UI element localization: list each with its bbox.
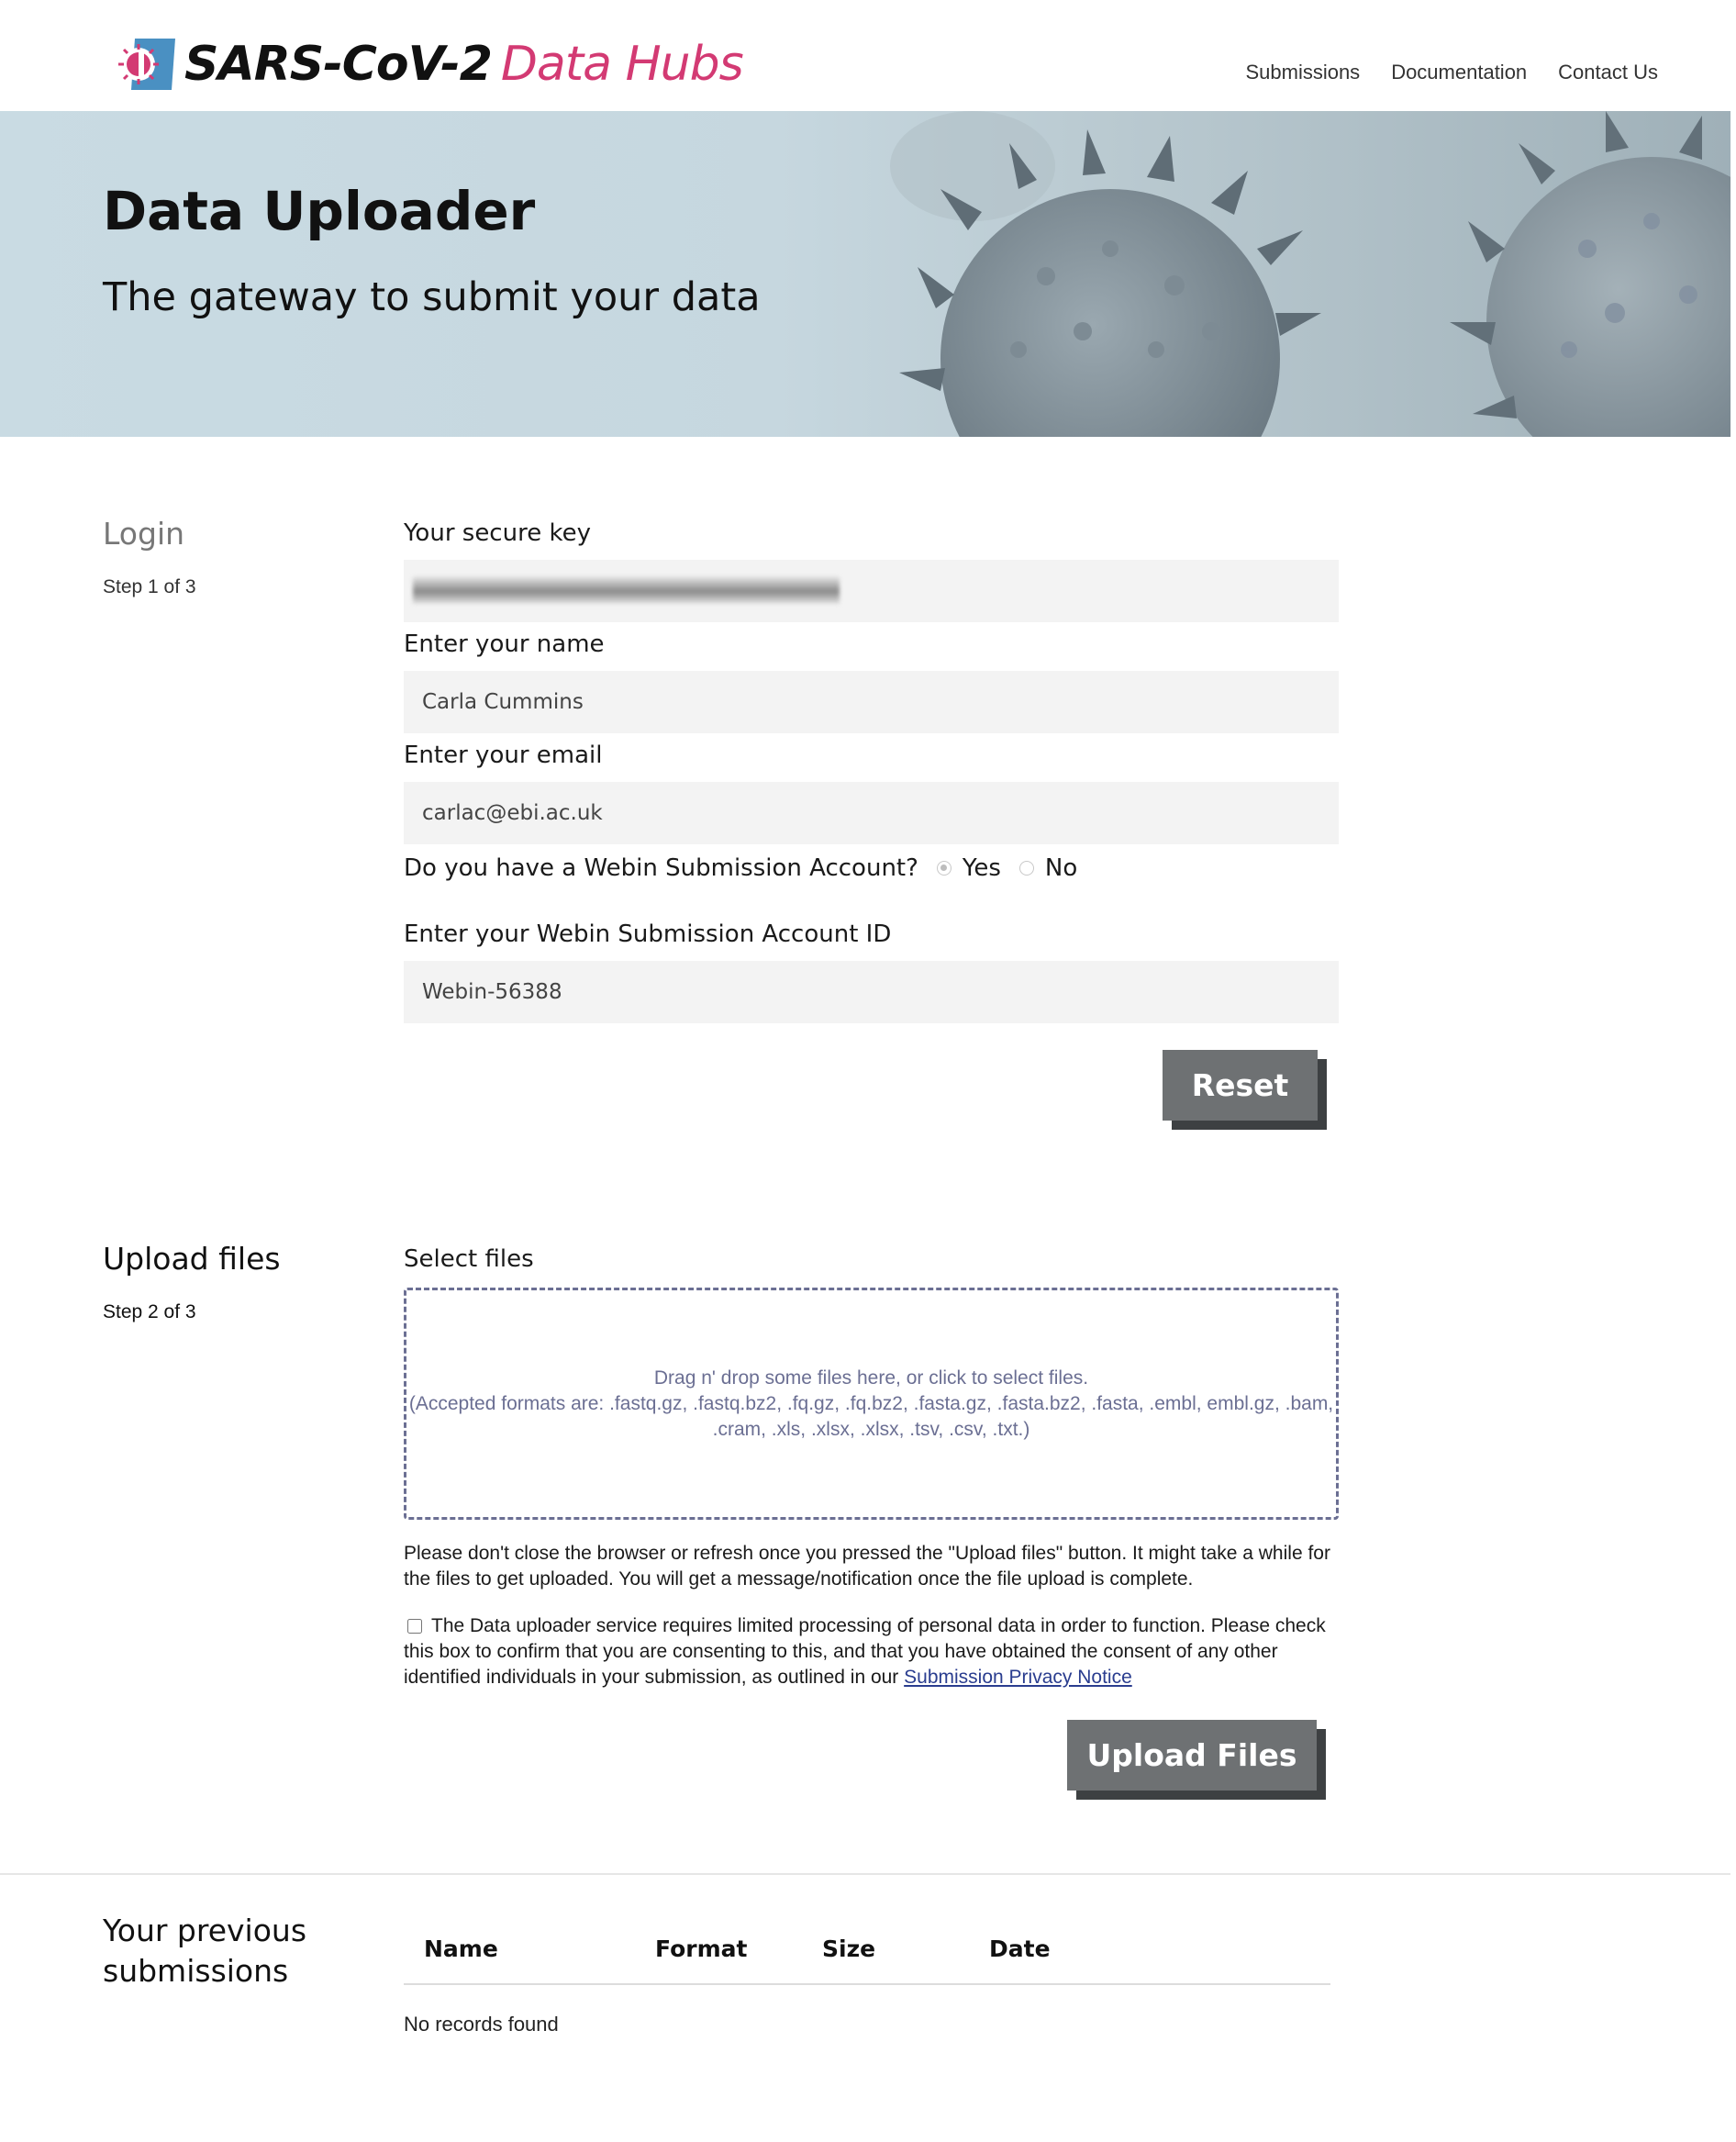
secure-key-label: Your secure key <box>404 519 591 547</box>
name-label: Enter your name <box>404 630 605 658</box>
secure-key-redacted-value <box>413 576 840 604</box>
nav-documentation[interactable]: Documentation <box>1391 61 1527 84</box>
radio-no[interactable] <box>1018 861 1034 876</box>
consent-checkbox[interactable] <box>407 1619 422 1634</box>
logo-strong-text: SARS-CoV-2 <box>184 37 493 92</box>
radio-yes[interactable] <box>936 861 951 876</box>
consent-text: The Data uploader service requires limit… <box>404 1615 1326 1688</box>
section-divider <box>0 1873 1730 1875</box>
nav-submissions[interactable]: Submissions <box>1245 61 1360 84</box>
empty-table-message: No records found <box>404 2013 559 2036</box>
site-logo-text: SARS-CoV-2 Data Hubs <box>184 35 744 94</box>
main-nav: Submissions Documentation Contact Us <box>1245 61 1658 84</box>
upload-notice: Please don't close the browser or refres… <box>404 1543 1330 1590</box>
login-step-indicator: Step 1 of 3 <box>103 576 196 597</box>
previous-title-line1: Your previous <box>103 1913 307 1948</box>
virus-illustration-icon <box>890 111 1730 437</box>
previous-title-line2: submissions <box>103 1953 289 1989</box>
site-logo[interactable]: SARS-CoV-2 Data Hubs <box>115 35 744 94</box>
webin-id-input[interactable] <box>404 961 1339 1023</box>
consent-block: The Data uploader service requires limit… <box>404 1613 1349 1690</box>
column-date[interactable]: Date <box>989 1936 1051 1962</box>
dropzone-instruction: Drag n' drop some files here, or click t… <box>653 1367 1089 1389</box>
top-bar: SARS-CoV-2 Data Hubs Submissions Document… <box>0 0 1736 111</box>
reset-button[interactable]: Reset <box>1163 1050 1318 1121</box>
webin-id-label: Enter your Webin Submission Account ID <box>404 920 892 948</box>
logo-accent-text: Data Hubs <box>500 37 744 92</box>
column-format[interactable]: Format <box>655 1936 747 1962</box>
column-name[interactable]: Name <box>424 1936 498 1962</box>
login-section-title: Login <box>103 516 185 552</box>
radio-no-label: No <box>1044 854 1078 882</box>
dropzone-text: Drag n' drop some files here, or click t… <box>406 1366 1336 1443</box>
submissions-table-header: Name Format Size Date <box>404 1926 1330 1985</box>
privacy-notice-link[interactable]: Submission Privacy Notice <box>904 1667 1132 1688</box>
upload-section-title: Upload files <box>103 1241 281 1277</box>
radio-yes-label: Yes <box>962 854 1001 882</box>
page-subtitle: The gateway to submit your data <box>103 274 761 320</box>
upload-step-indicator: Step 2 of 3 <box>103 1301 196 1322</box>
upload-files-button[interactable]: Upload Files <box>1067 1720 1317 1791</box>
column-size[interactable]: Size <box>822 1936 875 1962</box>
webin-account-question: Do you have a Webin Submission Account? … <box>404 852 1077 885</box>
nav-contact-us[interactable]: Contact Us <box>1558 61 1658 84</box>
name-input[interactable] <box>404 671 1339 733</box>
page-title: Data Uploader <box>103 180 536 242</box>
virus-logo-icon <box>118 39 175 90</box>
dropzone-accepted-formats: (Accepted formats are: .fastq.gz, .fastq… <box>408 1392 1334 1440</box>
hero-banner: Data Uploader The gateway to submit your… <box>0 111 1730 437</box>
select-files-label: Select files <box>404 1245 534 1273</box>
email-input[interactable] <box>404 782 1339 844</box>
previous-submissions-title: Your previous submissions <box>103 1911 306 1991</box>
webin-question-text: Do you have a Webin Submission Account? <box>404 854 918 882</box>
email-label: Enter your email <box>404 742 603 769</box>
file-dropzone[interactable]: Drag n' drop some files here, or click t… <box>404 1288 1339 1520</box>
